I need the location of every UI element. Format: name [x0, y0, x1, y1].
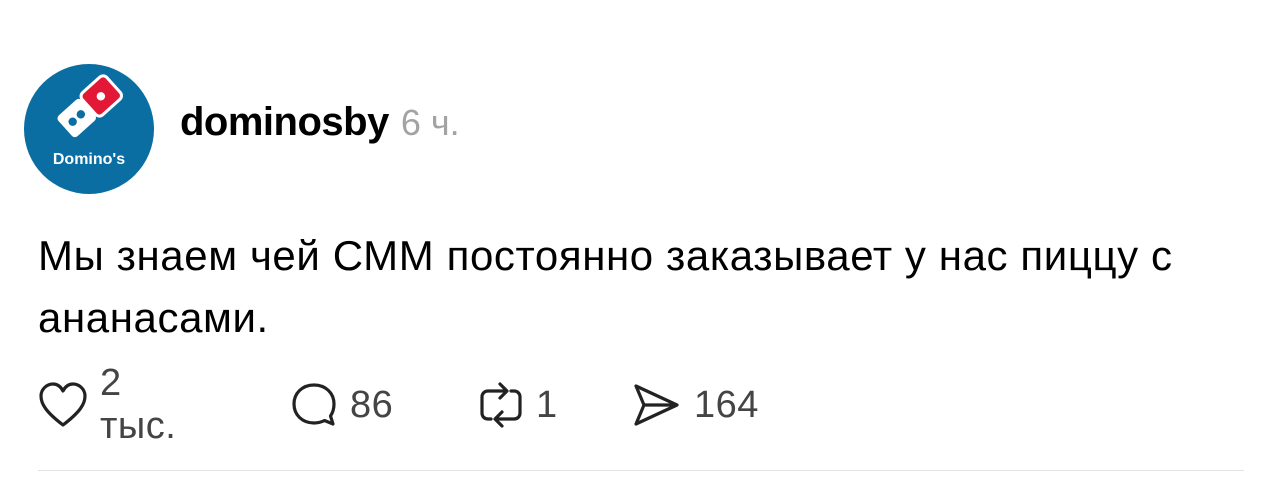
divider: [38, 470, 1244, 471]
post: Domino's dominosby 6 ч. Мы знаем чей СММ…: [0, 0, 1280, 492]
post-header: dominosby 6 ч.: [180, 100, 460, 145]
paper-plane-icon: [630, 381, 682, 429]
share-button[interactable]: 164: [630, 380, 759, 430]
post-text: Мы знаем чей СММ постоянно заказывает у …: [38, 232, 1173, 341]
username[interactable]: dominosby: [180, 100, 389, 145]
repost-arrows-icon: [478, 381, 524, 429]
speech-bubble-icon: [290, 381, 338, 429]
comment-count: 86: [350, 383, 394, 426]
avatar-logo-text: Domino's: [53, 151, 125, 168]
avatar[interactable]: Domino's: [24, 64, 154, 194]
heart-icon: [38, 381, 88, 429]
share-count: 164: [694, 383, 759, 426]
post-timestamp: 6 ч.: [400, 102, 460, 143]
repost-button[interactable]: 1: [478, 380, 558, 430]
comment-button[interactable]: 86: [290, 380, 393, 430]
like-count: 2 тыс.: [100, 362, 177, 447]
dominos-logo-icon: Domino's: [53, 74, 125, 168]
repost-count: 1: [536, 383, 558, 426]
like-button[interactable]: 2 тыс.: [38, 362, 176, 447]
